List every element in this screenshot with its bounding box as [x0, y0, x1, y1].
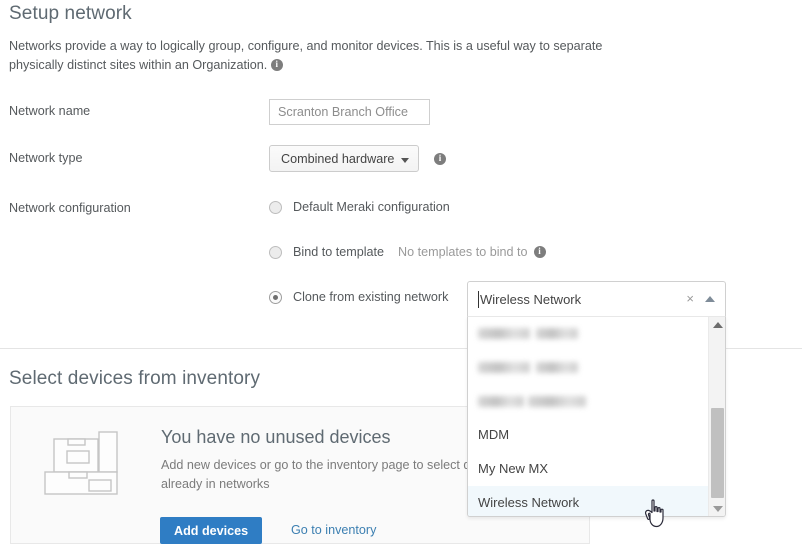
network-dropdown-list[interactable]: MDM My New MX Wireless Network	[467, 316, 726, 517]
chevron-down-icon	[401, 158, 410, 163]
combobox-value: Wireless Network	[480, 292, 582, 307]
radio-button[interactable]	[269, 290, 282, 304]
radio-option-clone-network[interactable]: Clone from existing network	[269, 290, 448, 304]
radio-option-bind-template[interactable]: Bind to template No templates to bind to	[269, 245, 546, 259]
close-icon[interactable]: ×	[686, 292, 694, 306]
bind-template-note: No templates to bind to	[398, 245, 528, 259]
mouse-cursor-pointer	[645, 499, 664, 528]
radio-button[interactable]	[269, 200, 282, 214]
radio-label: Bind to template	[293, 245, 385, 259]
radio-button[interactable]	[269, 245, 282, 259]
radio-label: Default Meraki configuration	[293, 200, 450, 214]
list-item[interactable]: MDM	[468, 418, 708, 452]
network-name-input[interactable]	[269, 99, 430, 125]
scrollbar-thumb[interactable]	[711, 408, 724, 498]
network-type-info-icon[interactable]	[434, 152, 446, 165]
go-to-inventory-link[interactable]: Go to inventory	[291, 523, 376, 537]
empty-state-heading: You have no unused devices	[161, 427, 391, 447]
info-icon[interactable]	[270, 58, 283, 71]
radio-option-default-meraki[interactable]: Default Meraki configuration	[269, 200, 450, 214]
network-name-label: Network name	[9, 104, 91, 118]
scroll-up-button[interactable]	[709, 316, 725, 333]
radio-label: Clone from existing network	[293, 290, 449, 304]
network-configuration-label: Network configuration	[9, 201, 131, 215]
intro-text: Networks provide a way to logically grou…	[9, 39, 603, 72]
add-devices-button[interactable]: Add devices	[160, 517, 263, 544]
network-type-value: Combined hardware	[281, 151, 395, 166]
network-type-dropdown-button[interactable]: Combined hardware	[269, 145, 420, 172]
list-item[interactable]	[468, 384, 708, 418]
stacked-boxes-icon	[44, 431, 118, 495]
list-item[interactable]: My New MX	[468, 452, 708, 486]
dropdown-scrollbar[interactable]	[708, 316, 725, 516]
inventory-section-title: Select devices from inventory	[9, 368, 261, 389]
clone-network-combobox[interactable]: Wireless Network ×	[467, 281, 726, 317]
list-item[interactable]: Wireless Network	[468, 486, 708, 516]
intro-paragraph: Networks provide a way to logically grou…	[9, 37, 659, 75]
list-item[interactable]	[468, 316, 708, 350]
network-type-label: Network type	[9, 151, 83, 165]
scroll-down-button[interactable]	[709, 500, 725, 516]
list-item[interactable]	[468, 350, 708, 384]
chevron-up-icon[interactable]	[705, 296, 715, 302]
setup-network-page: Setup network Networks provide a way to …	[0, 0, 802, 544]
page-title: Setup network	[9, 3, 132, 24]
caret-up-icon	[712, 321, 723, 328]
text-caret	[478, 291, 479, 308]
bind-template-info-icon[interactable]	[533, 245, 546, 258]
dropdown-options: MDM My New MX Wireless Network	[468, 316, 708, 516]
caret-down-icon	[712, 505, 723, 512]
